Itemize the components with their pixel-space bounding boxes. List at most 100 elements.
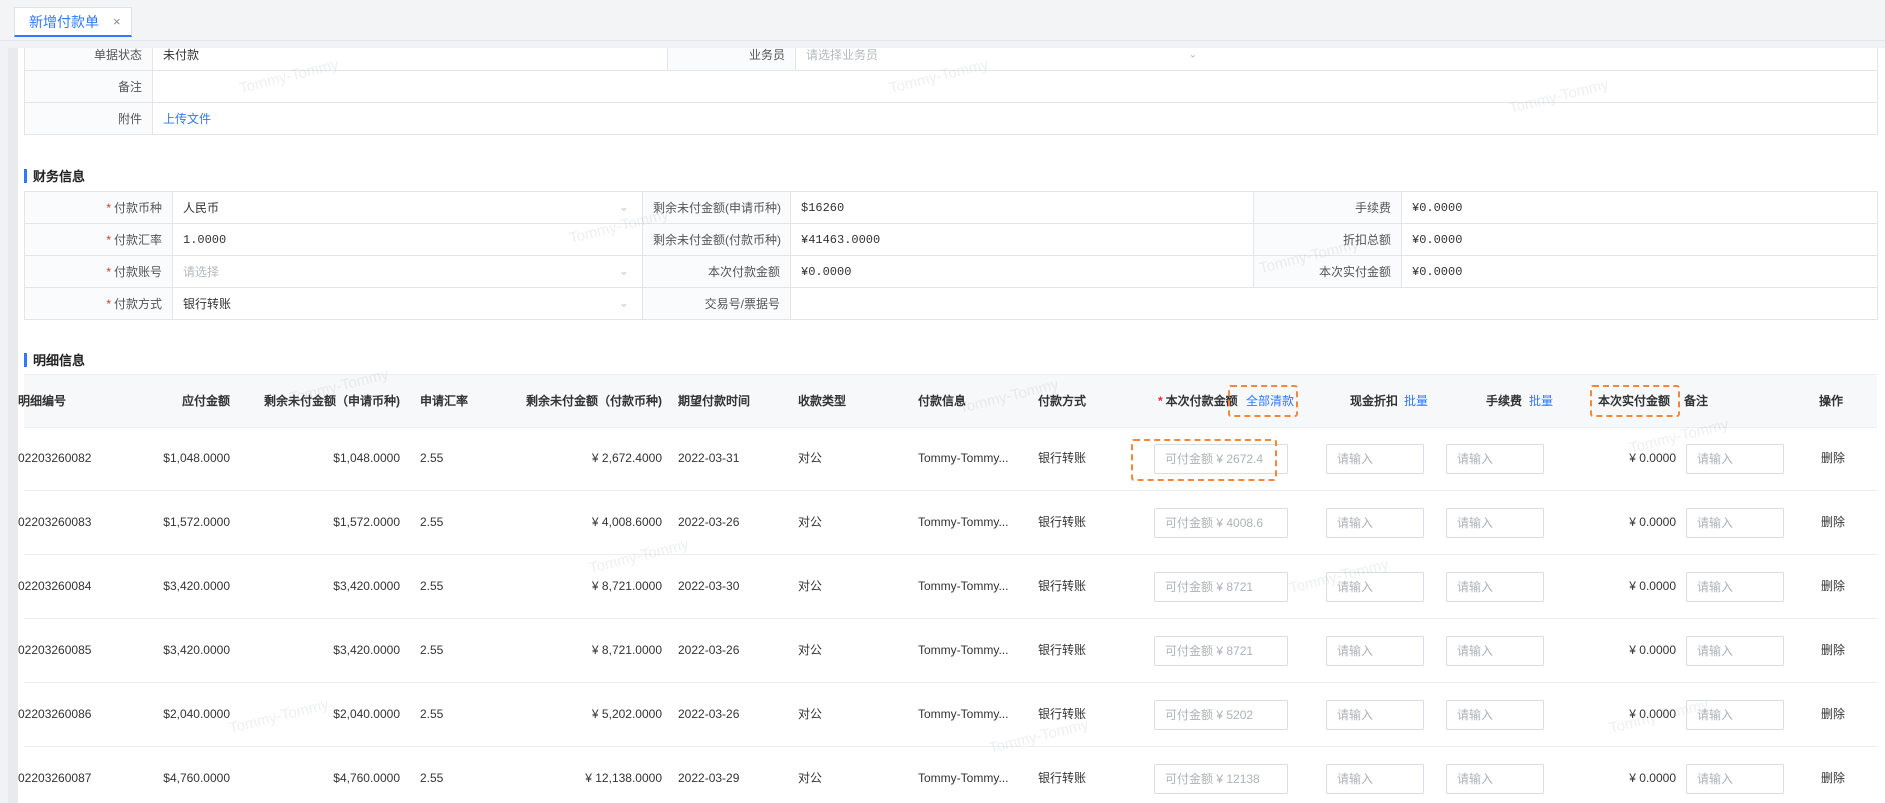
discount-input[interactable]: 请输入 <box>1326 572 1424 602</box>
row-payee: Tommy-Tommy... <box>918 707 1009 721</box>
fee-batch-button[interactable]: 批量 <box>1529 375 1553 427</box>
discount-input[interactable]: 请输入 <box>1326 764 1424 794</box>
detail-title-text: 明细信息 <box>33 353 86 368</box>
row-rate: 2.55 <box>420 771 444 785</box>
col-remark: 备注 <box>1684 394 1709 408</box>
row-remain-pay: ¥ 12,138.0000 <box>585 771 662 785</box>
actual-label: 本次实付金额 <box>1253 255 1402 288</box>
row-type: 对公 <box>798 451 823 465</box>
row-method: 银行转账 <box>1038 643 1087 657</box>
delete-link[interactable]: 删除 <box>1821 682 1845 746</box>
trade-no-label: 交易号/票据号 <box>642 287 791 320</box>
discount-input[interactable]: 请输入 <box>1326 636 1424 666</box>
remain-pay-label: 剩余未付金额(付款币种) <box>642 223 791 256</box>
row-due: 2022-03-26 <box>678 515 740 529</box>
rate-input[interactable]: 1.0000 <box>172 223 643 256</box>
row-actual: ¥ 0.0000 <box>1629 707 1676 721</box>
row-type: 对公 <box>798 707 823 721</box>
upload-file-link[interactable]: 上传文件 <box>163 112 211 126</box>
amount-input[interactable]: 可付金额 ¥ 8721 <box>1154 572 1288 602</box>
fee-input[interactable]: 请输入 <box>1446 636 1544 666</box>
remain-pay-value: ¥41463.0000 <box>790 223 1254 256</box>
row-payee: Tommy-Tommy... <box>918 771 1009 785</box>
row-payee: Tommy-Tommy... <box>918 643 1009 657</box>
delete-link[interactable]: 删除 <box>1821 746 1845 803</box>
card-left-gutter <box>8 48 18 803</box>
discount-input[interactable]: 请输入 <box>1326 444 1424 474</box>
discount-batch-button[interactable]: 批量 <box>1404 375 1428 427</box>
attachment-cell: 上传文件 <box>152 102 1878 135</box>
remark-input[interactable] <box>152 70 1878 103</box>
chevron-down-icon: ⌄ <box>619 202 628 213</box>
row-due: 2022-03-31 <box>678 451 740 465</box>
form-card: 单据状态 未付款 业务员 请选择业务员 ⌄ 备注 附件 上传文件 财务信息 * 付… <box>8 48 1885 803</box>
section-marker <box>24 168 27 183</box>
row-no: 02203260082 <box>18 451 92 465</box>
row-no: 02203260084 <box>18 579 92 593</box>
row-remain-apply: $3,420.0000 <box>333 643 400 657</box>
row-remain-apply: $4,760.0000 <box>333 771 400 785</box>
actual-highlight <box>1590 385 1680 417</box>
row-method: 银行转账 <box>1038 451 1087 465</box>
row-actual: ¥ 0.0000 <box>1629 579 1676 593</box>
account-select[interactable]: 请选择 ⌄ <box>172 255 643 288</box>
amount-input[interactable]: 可付金额 ¥ 4008.6 <box>1154 508 1288 538</box>
amount-input[interactable]: 可付金额 ¥ 5202 <box>1154 700 1288 730</box>
col-due: 期望付款时间 <box>678 394 751 408</box>
col-no: 明细编号 <box>18 394 67 408</box>
chevron-down-icon: ⌄ <box>619 266 628 277</box>
remark-input[interactable]: 请输入 <box>1686 444 1784 474</box>
remark-input[interactable]: 请输入 <box>1686 700 1784 730</box>
salesman-label: 业务员 <box>667 48 796 71</box>
fee-input[interactable]: 请输入 <box>1446 700 1544 730</box>
amount-input[interactable]: 可付金额 ¥ 12138 <box>1154 764 1288 794</box>
discount-value: ¥0.0000 <box>1401 223 1878 256</box>
salesman-select[interactable]: 请选择业务员 ⌄ <box>795 48 1878 71</box>
tab-new-payment[interactable]: 新增付款单 × <box>14 7 132 37</box>
fee-input[interactable]: 请输入 <box>1446 444 1544 474</box>
delete-link[interactable]: 删除 <box>1821 490 1845 554</box>
discount-input[interactable]: 请输入 <box>1326 700 1424 730</box>
col-this-amount: * 本次付款金额 <box>1158 394 1238 408</box>
amount-input[interactable]: 可付金额 ¥ 8721 <box>1154 636 1288 666</box>
currency-select[interactable]: 人民币 ⌄ <box>172 191 643 224</box>
row-method: 银行转账 <box>1038 579 1087 593</box>
delete-link[interactable]: 删除 <box>1821 426 1845 490</box>
fee-label: 手续费 <box>1253 191 1402 224</box>
row-remain-pay: ¥ 8,721.0000 <box>591 579 662 593</box>
row-rate: 2.55 <box>420 515 444 529</box>
row-no: 02203260087 <box>18 771 92 785</box>
delete-link[interactable]: 删除 <box>1821 618 1845 682</box>
first-amount-highlight <box>1131 439 1277 481</box>
row-payable: $3,420.0000 <box>163 579 230 593</box>
remark-input[interactable]: 请输入 <box>1686 572 1784 602</box>
row-remain-pay: ¥ 5,202.0000 <box>591 707 662 721</box>
table-row: 02203260085 $3,420.0000 $3,420.0000 2.55 ¥ 8… <box>18 618 1877 683</box>
trade-no-input[interactable] <box>790 287 1878 320</box>
row-type: 对公 <box>798 771 823 785</box>
remark-input[interactable]: 请输入 <box>1686 508 1784 538</box>
col-method: 付款方式 <box>1038 394 1087 408</box>
fee-input[interactable]: 请输入 <box>1446 508 1544 538</box>
remark-input[interactable]: 请输入 <box>1686 764 1784 794</box>
close-icon[interactable]: × <box>113 14 121 29</box>
pay-all-highlight <box>1228 385 1298 417</box>
row-payable: $2,040.0000 <box>163 707 230 721</box>
col-rate: 申请汇率 <box>420 394 469 408</box>
delete-link[interactable]: 删除 <box>1821 554 1845 618</box>
finance-table: * 付款币种 人民币 ⌄ 剩余未付金额(申请币种) $16260 手续费 ¥0.00… <box>24 191 1878 320</box>
col-fee: 手续费 <box>1486 394 1523 408</box>
account-label: * 付款账号 <box>24 255 173 288</box>
tab-label: 新增付款单 <box>29 13 99 30</box>
remark-input[interactable]: 请输入 <box>1686 636 1784 666</box>
fee-input[interactable]: 请输入 <box>1446 572 1544 602</box>
row-no: 02203260086 <box>18 707 92 721</box>
discount-input[interactable]: 请输入 <box>1326 508 1424 538</box>
row-payee: Tommy-Tommy... <box>918 579 1009 593</box>
row-no: 02203260085 <box>18 643 92 657</box>
finance-section-title: 财务信息 <box>24 166 85 185</box>
fee-input[interactable]: 请输入 <box>1446 764 1544 794</box>
method-select[interactable]: 银行转账 ⌄ <box>172 287 643 320</box>
chevron-down-icon: ⌄ <box>619 298 628 309</box>
rate-label: * 付款汇率 <box>24 223 173 256</box>
